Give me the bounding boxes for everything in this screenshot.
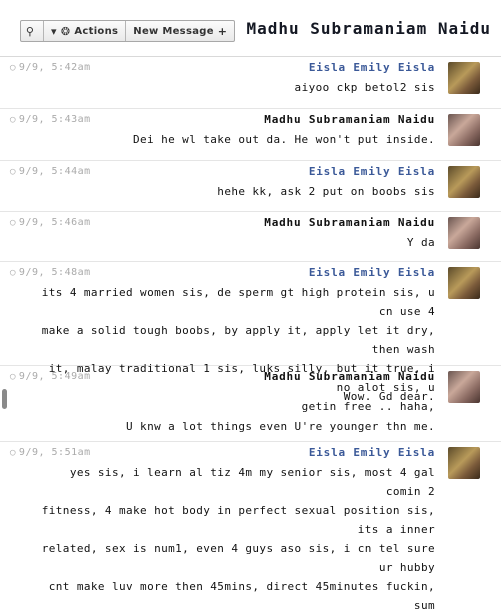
actions-button[interactable]: ▾ ❂ Actions bbox=[44, 21, 127, 41]
message-body: Y da bbox=[406, 236, 435, 249]
clock-icon: ◯ bbox=[10, 218, 16, 228]
search-icon: ⚲ bbox=[25, 24, 35, 38]
sender-name[interactable]: Madhu Subramaniam Naidu bbox=[264, 216, 435, 229]
message-timestamp: ◯ 9/9, 5:46am bbox=[10, 217, 91, 228]
conversation-toolbar: ⚲ ▾ ❂ Actions New Message + bbox=[20, 20, 236, 42]
message-item: ◯ 9/9, 5:43am Madhu Subramaniam Naidu Dei… bbox=[0, 108, 501, 161]
avatar[interactable] bbox=[448, 267, 480, 299]
message-item: ◯ 9/9, 5:51am Eisla Emily Eisla yes sis, … bbox=[0, 441, 501, 612]
message-timestamp: ◯ 9/9, 5:49am bbox=[10, 371, 91, 382]
message-item: ◯ 9/9, 5:48am Eisla Emily Eisla its 4 mar… bbox=[0, 261, 501, 413]
new-message-button[interactable]: New Message + bbox=[126, 21, 234, 41]
gear-icon: ❂ bbox=[60, 24, 71, 38]
conversation-header: ⚲ ▾ ❂ Actions New Message + Madhu Subram… bbox=[0, 0, 501, 57]
sender-name[interactable]: Madhu Subramaniam Naidu bbox=[264, 113, 435, 126]
avatar[interactable] bbox=[448, 371, 480, 403]
clock-icon: ◯ bbox=[10, 268, 16, 278]
message-item: ◯ 9/9, 5:49am Madhu Subramaniam Naidu Wow… bbox=[0, 365, 501, 442]
sender-name[interactable]: Eisla Emily Eisla bbox=[309, 446, 435, 459]
chevron-down-icon: ▾ bbox=[51, 24, 57, 38]
message-timestamp: ◯ 9/9, 5:43am bbox=[10, 114, 91, 125]
clock-icon: ◯ bbox=[10, 63, 16, 73]
new-message-label: New Message bbox=[133, 25, 214, 37]
message-timestamp: ◯ 9/9, 5:44am bbox=[10, 166, 91, 177]
message-item: ◯ 9/9, 5:46am Madhu Subramaniam Naidu Y d… bbox=[0, 211, 501, 262]
plus-icon: + bbox=[217, 24, 228, 38]
message-item: ◯ 9/9, 5:44am Eisla Emily Eisla hehe kk, … bbox=[0, 160, 501, 212]
avatar[interactable] bbox=[448, 114, 480, 146]
message-body: yes sis, i learn al tiz 4m my senior sis… bbox=[41, 466, 435, 612]
sender-name[interactable]: Eisla Emily Eisla bbox=[309, 266, 435, 279]
avatar[interactable] bbox=[448, 166, 480, 198]
message-timestamp: ◯ 9/9, 5:42am bbox=[10, 62, 91, 73]
message-timestamp: ◯ 9/9, 5:51am bbox=[10, 447, 91, 458]
sender-name[interactable]: Eisla Emily Eisla bbox=[309, 165, 435, 178]
clock-icon: ◯ bbox=[10, 372, 16, 382]
conversation-title: Madhu Subramaniam Naidu bbox=[246, 19, 491, 38]
message-body: Dei he wl take out da. He won't put insi… bbox=[133, 133, 435, 146]
message-timestamp: ◯ 9/9, 5:48am bbox=[10, 267, 91, 278]
clock-icon: ◯ bbox=[10, 448, 16, 458]
thread-scrollbar[interactable] bbox=[2, 389, 7, 409]
sender-name[interactable]: Madhu Subramaniam Naidu bbox=[264, 370, 435, 383]
message-item: ◯ 9/9, 5:42am Eisla Emily Eisla aiyoo ckp… bbox=[0, 56, 501, 109]
clock-icon: ◯ bbox=[10, 115, 16, 125]
message-body: aiyoo ckp betol2 sis bbox=[294, 81, 435, 94]
message-thread[interactable]: ◯ 9/9, 5:42am Eisla Emily Eisla aiyoo ckp… bbox=[0, 56, 501, 612]
avatar[interactable] bbox=[448, 62, 480, 94]
clock-icon: ◯ bbox=[10, 167, 16, 177]
avatar[interactable] bbox=[448, 217, 480, 249]
avatar[interactable] bbox=[448, 447, 480, 479]
sender-name[interactable]: Eisla Emily Eisla bbox=[309, 61, 435, 74]
search-button[interactable]: ⚲ bbox=[21, 21, 44, 41]
actions-label: Actions bbox=[74, 25, 119, 37]
message-body: Wow. Gd dear. U knw a lot things even U'… bbox=[126, 390, 435, 433]
message-body: hehe kk, ask 2 put on boobs sis bbox=[217, 185, 435, 198]
